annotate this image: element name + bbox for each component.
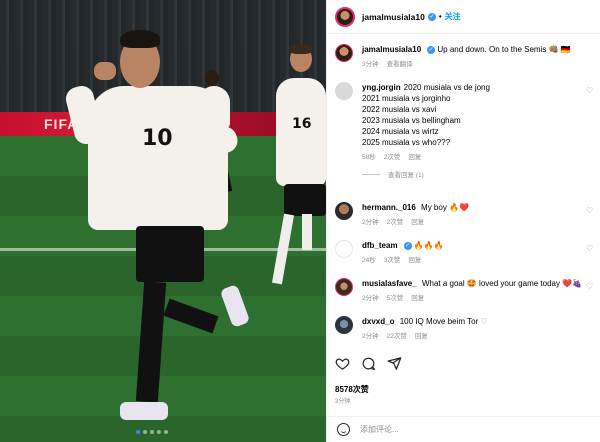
comment-username[interactable]: musialasfave_ (362, 279, 417, 288)
add-comment-input[interactable]: 添加评论... (360, 424, 399, 435)
comment-text: 100 IQ Move beim Tor (399, 317, 479, 326)
comment-line: 2025 musiala vs who??? (362, 138, 451, 147)
verified-badge-icon: ✓ (403, 241, 412, 250)
post-photo[interactable]: FIFA 16 10 (0, 0, 326, 442)
avatar[interactable] (335, 82, 353, 100)
caption-avatar[interactable] (335, 44, 353, 62)
comment-username[interactable]: yng.jorgin (362, 83, 401, 92)
likes-count[interactable]: 8578次赞 (335, 384, 369, 395)
reply-button[interactable]: 回复 (411, 219, 424, 226)
avatar[interactable] (335, 6, 355, 27)
post-header: jamalmusiala10 ✓ • 关注 (327, 0, 600, 34)
comment-likes[interactable]: 3次赞 (384, 257, 401, 264)
comment-line: 2024 musiala vs wirtz (362, 127, 439, 136)
comments-panel: jamalmusiala10 ✓ • 关注 jamalmusiala10 ✓ Up… (326, 0, 600, 442)
post-time: 3分钟 (335, 399, 351, 405)
comment-text: My boy 🔥❤️ (421, 203, 469, 212)
comment-bubble-icon[interactable] (361, 356, 376, 371)
comment-likes[interactable]: 22次赞 (387, 333, 407, 340)
comment-time: 2分钟 (362, 219, 379, 226)
caption: jamalmusiala10 ✓ Up and down. On to the S… (335, 44, 593, 68)
comment-likes[interactable]: 2次赞 (387, 219, 404, 226)
avatar[interactable] (335, 202, 353, 220)
emoji-smile-icon[interactable] (337, 423, 350, 436)
comment-line: 2021 musiala vs jorginho (362, 94, 451, 103)
avatar[interactable] (335, 278, 353, 296)
view-replies-label[interactable]: 查看回复 (1) (388, 169, 424, 179)
reply-button[interactable]: 回复 (408, 257, 421, 264)
comment-username[interactable]: dfb_team (362, 241, 398, 250)
carousel-dot[interactable] (143, 430, 147, 434)
comment-line: 2023 musiala vs bellingham (362, 116, 461, 125)
jersey-number-main: 10 (142, 126, 173, 151)
comment-time: 58秒 (362, 154, 376, 161)
comment-text: What a goal 🤩 loved your game today ❤️🍇 (421, 279, 583, 288)
comment-likes[interactable]: 5次赞 (387, 295, 404, 302)
see-translation-link[interactable]: 查看翻译 (387, 61, 413, 68)
caption-text: Up and down. On to the Semis 👊🏽 🇩🇪 (437, 45, 571, 54)
like-comment-heart-icon[interactable]: ♡ (586, 206, 593, 215)
separator: • (438, 12, 442, 21)
comment-time: 2分钟 (362, 295, 379, 302)
reply-button[interactable]: 回复 (415, 333, 428, 340)
carousel-dot-active[interactable] (136, 430, 140, 434)
comment-time: 24秒 (362, 257, 376, 264)
comment-text: 🔥🔥🔥 (413, 241, 444, 250)
like-heart-icon[interactable] (335, 356, 350, 371)
reply-button[interactable]: 回复 (408, 154, 421, 161)
verified-badge-icon: ✓ (427, 45, 436, 54)
caption-username[interactable]: jamalmusiala10 (362, 45, 421, 54)
add-comment-bar: 添加评论... (327, 416, 600, 442)
comment-item: hermann._016 My boy 🔥❤️ 2分钟 2次赞 回复 ♡ (335, 202, 593, 226)
comment-item: yng.jorgin 2020 musiala vs de jong 2021 m… (335, 82, 593, 179)
share-send-icon[interactable] (387, 356, 402, 371)
view-replies[interactable]: 查看回复 (1) (362, 169, 593, 179)
comment-username[interactable]: hermann._016 (362, 203, 416, 212)
jersey-number-back: 16 (292, 116, 312, 132)
carousel-dot[interactable] (164, 430, 168, 434)
carousel-dot[interactable] (150, 430, 154, 434)
comment-username[interactable]: dxvxd_o (362, 317, 394, 326)
carousel-dots[interactable] (136, 430, 168, 434)
like-comment-heart-icon[interactable]: ♡ (586, 86, 593, 95)
verified-badge-icon: ✓ (427, 12, 436, 21)
carousel-dot[interactable] (157, 430, 161, 434)
reply-button[interactable]: 回复 (411, 295, 424, 302)
comment-item: dfb_team ✓ 🔥🔥🔥 24秒 3次赞 回复 ♡ (335, 240, 593, 264)
follow-button[interactable]: 关注 (445, 11, 461, 22)
caption-time: 3分钟 (362, 61, 379, 68)
like-comment-heart-icon[interactable]: ♡ (586, 244, 593, 253)
comment-time: 2分钟 (362, 333, 379, 340)
comment-item: dxvxd_o 100 IQ Move beim Tor ♡ 2分钟 22次赞 回复 (335, 316, 593, 340)
avatar[interactable] (335, 316, 353, 334)
comment-line: 2020 musiala vs de jong (403, 83, 490, 92)
comment-item: musialasfave_ What a goal 🤩 loved your g… (335, 278, 593, 302)
comment-list[interactable]: jamalmusiala10 ✓ Up and down. On to the S… (327, 34, 600, 346)
comment-likes[interactable]: 2次赞 (384, 154, 401, 161)
avatar[interactable] (335, 240, 353, 258)
post-actions (335, 356, 402, 371)
comment-line: 2022 musiala vs xavi (362, 105, 437, 114)
like-comment-heart-icon[interactable]: ♡ (586, 282, 593, 291)
header-username[interactable]: jamalmusiala10 (362, 12, 425, 22)
